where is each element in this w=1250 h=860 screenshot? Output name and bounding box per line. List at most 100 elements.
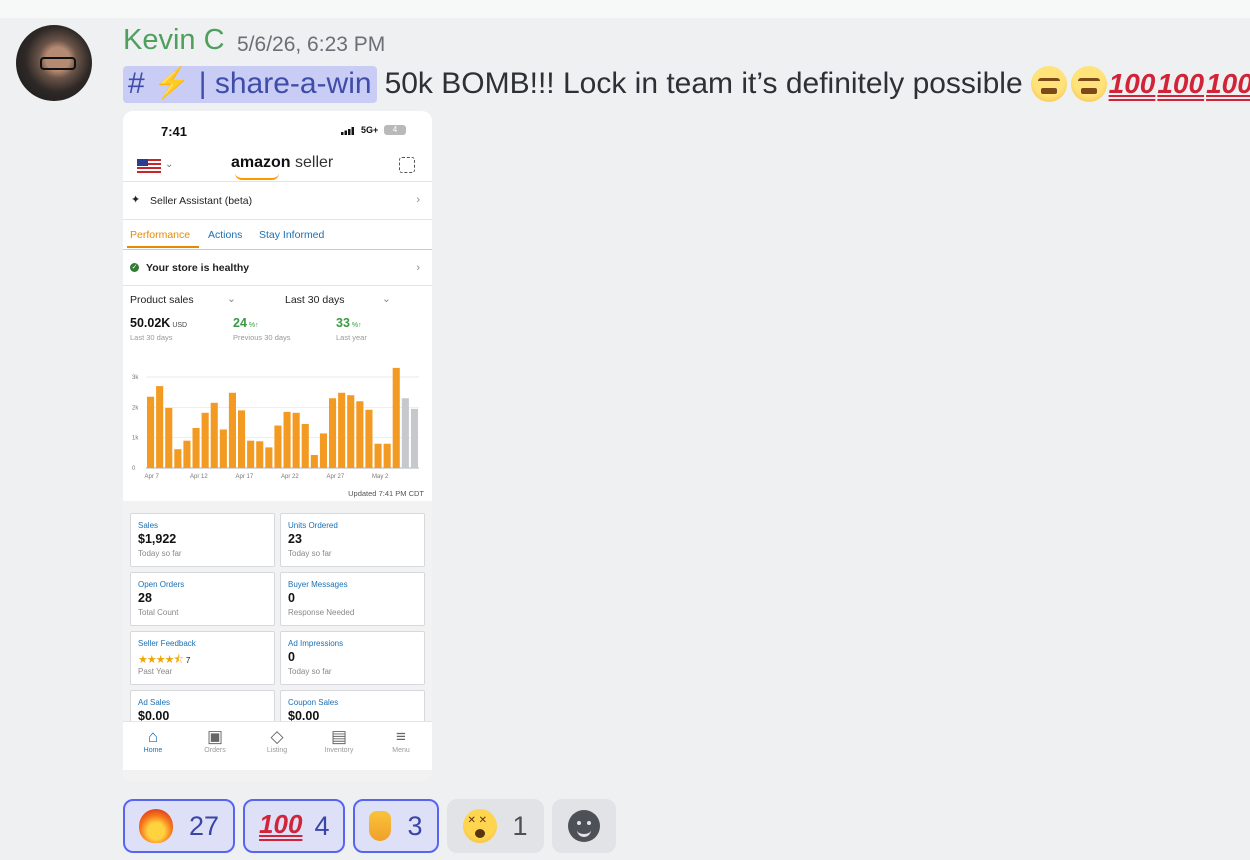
us-flag-icon[interactable]	[137, 159, 161, 173]
chart-bar[interactable]	[183, 440, 191, 468]
y-tick-label: 2k	[132, 405, 139, 411]
y-tick-label: 3k	[132, 375, 139, 381]
card-ad-impressions[interactable]: Ad Impressions 0 Today so far	[280, 631, 425, 685]
chart-bar[interactable]	[338, 392, 346, 468]
dizzy-face-icon	[462, 809, 497, 843]
card-seller-feedback[interactable]: Seller Feedback ★★★★⯪ 7 Past Year	[130, 631, 275, 685]
tab-performance[interactable]: Performance	[130, 229, 190, 241]
tag-icon: ◇	[270, 727, 284, 746]
chart-bar[interactable]	[392, 367, 400, 468]
chart-bar[interactable]	[201, 412, 209, 468]
chart-bar[interactable]	[238, 410, 246, 468]
chart-bar[interactable]	[301, 424, 309, 468]
face-with-steam-icon	[1030, 66, 1067, 102]
message-author[interactable]: Kevin C	[123, 24, 225, 57]
metric-select[interactable]: Product sales	[130, 294, 194, 306]
card-sales[interactable]: Sales $1,922 Today so far	[130, 513, 275, 567]
stat-vs-previous: 24 %↑ Previous 30 days	[233, 316, 291, 342]
avatar[interactable]	[16, 25, 92, 101]
pointing-up-icon	[369, 811, 392, 841]
chart-bar[interactable]	[210, 402, 218, 468]
tab-stay-informed[interactable]: Stay Informed	[259, 229, 324, 241]
hundred-points-icon: 100	[1108, 68, 1156, 99]
chevron-down-icon[interactable]: ⌄	[165, 159, 173, 170]
x-tick-label: Apr 17	[236, 474, 254, 480]
chart-filters: Product sales ⌄ Last 30 days ⌄	[123, 291, 432, 311]
seller-assistant-label: Seller Assistant (beta)	[150, 195, 253, 207]
add-reaction-button[interactable]	[551, 799, 616, 853]
sparkle-icon: ✦	[131, 194, 141, 206]
range-select[interactable]: Last 30 days	[285, 294, 345, 306]
hundred-points-icon: 100	[1206, 68, 1250, 99]
message-text: 50k BOMB!!! Lock in team it’s definitely…	[384, 67, 1023, 100]
x-tick-label: Apr 12	[190, 474, 208, 480]
reaction-pointing-up[interactable]: 3	[353, 799, 439, 853]
chart-bar[interactable]	[256, 441, 264, 468]
chart-bar[interactable]	[410, 408, 418, 468]
chart-bar[interactable]	[219, 429, 227, 468]
card-buyer-messages[interactable]: Buyer Messages 0 Response Needed	[280, 572, 425, 626]
nav-inventory[interactable]: ▤ Inventory	[314, 727, 364, 754]
active-tab-indicator	[127, 246, 199, 248]
chart-bar[interactable]	[356, 401, 364, 468]
nav-menu[interactable]: ≡ Menu	[376, 727, 426, 754]
chart-bar[interactable]	[274, 425, 282, 468]
chart-bar[interactable]	[247, 440, 255, 468]
chart-bar[interactable]	[347, 395, 355, 468]
chart-bar[interactable]	[147, 396, 155, 468]
chart-bar[interactable]	[156, 386, 164, 468]
stat-total-sales: 50.02K USD Last 30 days	[130, 316, 188, 342]
chart-bar[interactable]	[174, 449, 182, 468]
face-with-steam-icon	[1070, 66, 1107, 102]
store-health-row[interactable]: ✓ Your store is healthy ›	[123, 251, 432, 286]
x-tick-label: Apr 27	[327, 474, 345, 480]
nav-listing[interactable]: ◇ Listing	[252, 727, 302, 754]
bottom-nav: ⌂ Home ▣ Orders ◇ Listing ▤ Inventory ≡ Menu	[123, 721, 432, 770]
app-header: ⌄ amazon seller	[123, 151, 432, 182]
orders-icon: ▣	[206, 727, 224, 746]
reactions-bar: 27 1004 3 1	[123, 799, 624, 853]
x-tick-label: Apr 22	[281, 474, 299, 480]
hundred-points-icon: 100	[259, 809, 303, 839]
menu-icon: ≡	[396, 727, 406, 746]
home-icon: ⌂	[147, 727, 159, 746]
amazon-seller-logo: amazon seller	[231, 154, 333, 180]
chart-bar[interactable]	[383, 443, 391, 468]
nav-home[interactable]: ⌂ Home	[128, 727, 178, 754]
reaction-fire[interactable]: 27	[123, 799, 236, 853]
chart-bar[interactable]	[265, 447, 273, 468]
chevron-right-icon: ›	[416, 194, 420, 206]
chart-bar[interactable]	[192, 427, 200, 468]
reaction-dizzy[interactable]: 1	[446, 799, 544, 853]
chart-bar[interactable]	[283, 411, 291, 468]
chart-bar[interactable]	[329, 398, 337, 468]
check-icon: ✓	[130, 263, 139, 272]
chart-bar[interactable]	[365, 409, 373, 468]
chart-bar[interactable]	[165, 407, 173, 468]
chevron-right-icon: ›	[416, 262, 420, 274]
card-open-orders[interactable]: Open Orders 28 Total Count	[130, 572, 275, 626]
scan-icon[interactable]	[399, 157, 415, 173]
signal-icon	[341, 127, 354, 135]
channel-mention[interactable]: # ⚡ | share-a-win	[123, 65, 377, 103]
avatar-glasses	[40, 57, 76, 70]
reaction-hundred[interactable]: 100 4	[243, 799, 346, 853]
tab-actions[interactable]: Actions	[208, 229, 242, 241]
message-content: # ⚡ | share-a-win 50k BOMB!!! Lock in te…	[123, 64, 1250, 104]
chart-bar[interactable]	[228, 392, 236, 468]
chart-bar[interactable]	[374, 443, 382, 468]
chevron-down-icon[interactable]: ⌄	[227, 293, 236, 305]
seller-assistant-row[interactable]: ✦ Seller Assistant (beta) ›	[123, 183, 432, 220]
y-tick-label: 1k	[132, 436, 139, 442]
clipboard-icon: ▤	[330, 727, 348, 746]
chevron-down-icon[interactable]: ⌄	[382, 293, 391, 305]
chart-bar[interactable]	[292, 412, 300, 468]
sales-chart[interactable]: 0 1k 2k 3k Apr 7 Apr 12 Apr 17 Apr 22 Apr 27 May …	[131, 363, 426, 489]
nav-orders[interactable]: ▣ Orders	[190, 727, 240, 754]
chart-bar[interactable]	[401, 398, 409, 468]
chart-bar[interactable]	[310, 454, 318, 468]
attached-image[interactable]: 7:41 5G+ 4 ⌄ amazon seller ✦ Seller Assi…	[123, 111, 432, 781]
card-units-ordered[interactable]: Units Ordered 23 Today so far	[280, 513, 425, 567]
x-tick-label: May 2	[372, 474, 389, 480]
chart-bar[interactable]	[319, 433, 327, 468]
